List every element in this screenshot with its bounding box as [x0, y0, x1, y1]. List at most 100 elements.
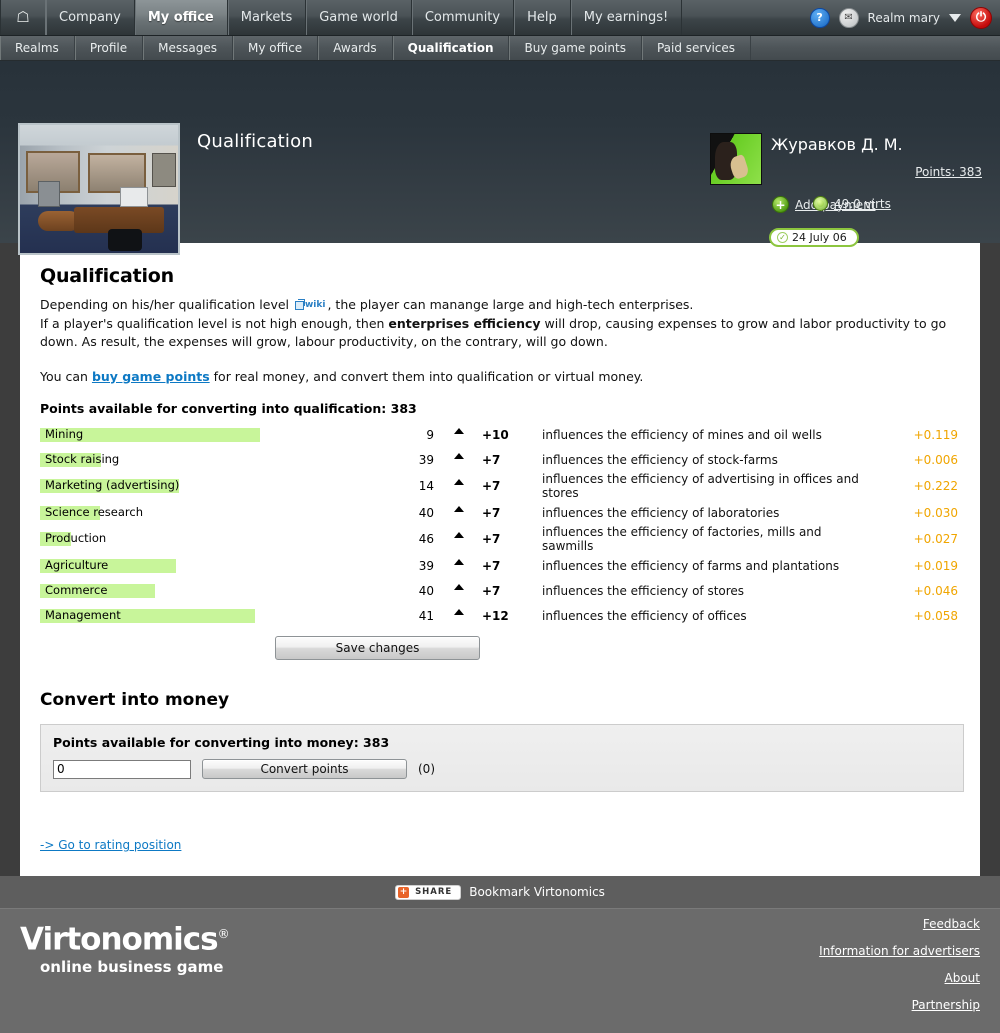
skill-increase-cell	[438, 422, 480, 447]
line3-text-a: You can	[40, 368, 92, 384]
office-photo[interactable]	[18, 123, 180, 255]
footer-link-about[interactable]: About	[819, 971, 980, 985]
arrow-up-icon[interactable]	[454, 583, 464, 590]
skill-bar: Stock raising	[40, 452, 119, 467]
topnav-label: Community	[424, 10, 501, 25]
chevron-down-icon[interactable]	[949, 13, 961, 22]
footer-link-information-for-advertisers[interactable]: Information for advertisers	[819, 944, 980, 958]
qualification-card: Qualification Depending on his/her quali…	[20, 243, 980, 877]
skill-bar: Commerce	[40, 583, 155, 598]
mail-icon[interactable]: ✉	[838, 7, 859, 28]
topnav-label: My office	[147, 10, 214, 25]
subnav-item-awards[interactable]: Awards	[318, 36, 393, 60]
subnav-item-paid-services[interactable]: Paid services	[642, 36, 752, 60]
skill-efficiency: +0.006	[913, 452, 958, 467]
logout-power-icon[interactable]: ⏻	[970, 6, 992, 29]
skill-efficiency: +0.030	[913, 505, 958, 520]
game-date-badge[interactable]: ✓ 24 July 06	[769, 228, 859, 247]
buy-game-points-link[interactable]: buy game points	[92, 369, 210, 384]
skill-description: influences the efficiency of advertising…	[542, 472, 859, 501]
subnav-item-messages[interactable]: Messages	[143, 36, 233, 60]
skill-bar-cell: Agriculture	[40, 553, 380, 578]
points-link[interactable]: Points: 383	[915, 165, 982, 179]
go-to-rating-position-link[interactable]: -> Go to rating position	[40, 838, 181, 852]
home-tab[interactable]: ☖	[0, 0, 46, 35]
skill-bar-cell: Science research	[40, 500, 380, 525]
skill-increase-cell	[438, 603, 480, 628]
convert-points-input[interactable]	[53, 759, 191, 779]
subnav-item-buy-game-points[interactable]: Buy game points	[509, 36, 642, 60]
share-button[interactable]: + SHARE	[395, 884, 462, 900]
arrow-up-icon[interactable]	[454, 479, 464, 486]
intro-paragraph-2: If a player's qualification level is not…	[40, 315, 962, 352]
topnav-item-my-office[interactable]: My office	[134, 0, 228, 35]
sub-navigation-bar: Realms Profile Messages My office Awards…	[0, 36, 1000, 61]
arrow-up-icon[interactable]	[454, 558, 464, 565]
page-footer: Virtonomics® online business game Feedba…	[0, 908, 1000, 1033]
skill-increase-cell	[438, 500, 480, 525]
skill-name: Agriculture	[45, 557, 109, 572]
arrow-up-icon[interactable]	[454, 505, 464, 512]
skill-bar-cell: Production	[40, 525, 380, 553]
footer-logo: Virtonomics® online business game	[20, 918, 230, 976]
skill-increment: +10	[482, 427, 509, 442]
skill-level: 39	[418, 558, 434, 573]
subnav-item-qualification[interactable]: Qualification	[393, 36, 510, 60]
skill-description: influences the efficiency of mines and o…	[542, 427, 822, 442]
avatar[interactable]	[710, 133, 762, 185]
intro-paragraph-1: Depending on his/her qualification level…	[40, 296, 962, 315]
convert-controls-row: Convert points (0)	[53, 759, 951, 780]
convert-points-button[interactable]: Convert points	[202, 759, 407, 780]
save-changes-button[interactable]: Save changes	[275, 636, 480, 661]
subnav-item-profile[interactable]: Profile	[75, 36, 144, 60]
arrow-up-icon[interactable]	[454, 532, 464, 539]
skill-bar-cell: Stock raising	[40, 447, 380, 472]
realm-selector-label[interactable]: Realm mary	[868, 11, 940, 25]
skill-efficiency: +0.119	[913, 427, 958, 442]
help-icon[interactable]: ?	[809, 7, 830, 28]
skill-bar-cell: Marketing (advertising)	[40, 472, 380, 500]
convert-money-panel: Points available for converting into mon…	[40, 724, 964, 793]
topnav-item-help[interactable]: Help	[514, 0, 571, 35]
footer-link-partnership[interactable]: Partnership	[819, 998, 980, 1012]
skill-name: Management	[45, 607, 121, 622]
footer-link-feedback[interactable]: Feedback	[819, 917, 980, 931]
topnav-item-markets[interactable]: Markets	[228, 0, 307, 35]
plus-icon: +	[772, 196, 789, 213]
topnav-item-my-earnings[interactable]: My earnings!	[571, 0, 683, 35]
subnav-label: Awards	[333, 41, 377, 55]
arrow-up-icon[interactable]	[454, 452, 464, 459]
topnav-item-company[interactable]: Company	[46, 0, 135, 35]
skill-increment: +7	[482, 505, 501, 520]
subnav-label: Messages	[158, 41, 217, 55]
arrow-up-icon[interactable]	[454, 608, 464, 615]
topnav-right-cluster: ? ✉ Realm mary ⏻	[809, 0, 1000, 35]
table-row: Production 46 +7 influences the efficien…	[40, 525, 964, 553]
topnav-label: Game world	[319, 10, 398, 25]
subnav-item-my-office[interactable]: My office	[233, 36, 319, 60]
qualification-skills-table: Mining 9 +10 influences the efficiency o…	[40, 422, 964, 628]
subnav-item-realms[interactable]: Realms	[0, 36, 75, 60]
topnav-item-game-world[interactable]: Game world	[306, 0, 412, 35]
topnav-item-community[interactable]: Community	[412, 0, 515, 35]
footer-logo-sub: online business game	[40, 957, 224, 976]
convert-result-value: (0)	[418, 762, 435, 777]
skill-level: 14	[418, 479, 434, 494]
arrow-up-icon[interactable]	[454, 427, 464, 434]
subnav-label: Buy game points	[524, 41, 626, 55]
footer-logo-main: Virtonomics®	[20, 918, 230, 956]
intro-text-a: Depending on his/her qualification level	[40, 297, 289, 312]
player-name: Журавков Д. М.	[771, 135, 903, 154]
skill-name: Stock raising	[45, 451, 120, 466]
topnav-label: Markets	[240, 10, 293, 25]
content-wrapper: Qualification Depending on his/her quali…	[0, 243, 1000, 877]
skill-increase-cell	[438, 553, 480, 578]
virts-link[interactable]: 49.0 virts	[834, 197, 891, 211]
skill-increment: +12	[482, 608, 509, 623]
skill-bar: Management	[40, 607, 255, 623]
wiki-icon[interactable]: wiki	[294, 296, 325, 315]
skill-level: 39	[418, 452, 434, 467]
skill-increment: +7	[482, 558, 501, 573]
table-row: Agriculture 39 +7 influences the efficie…	[40, 553, 964, 578]
skill-efficiency: +0.019	[913, 558, 958, 573]
